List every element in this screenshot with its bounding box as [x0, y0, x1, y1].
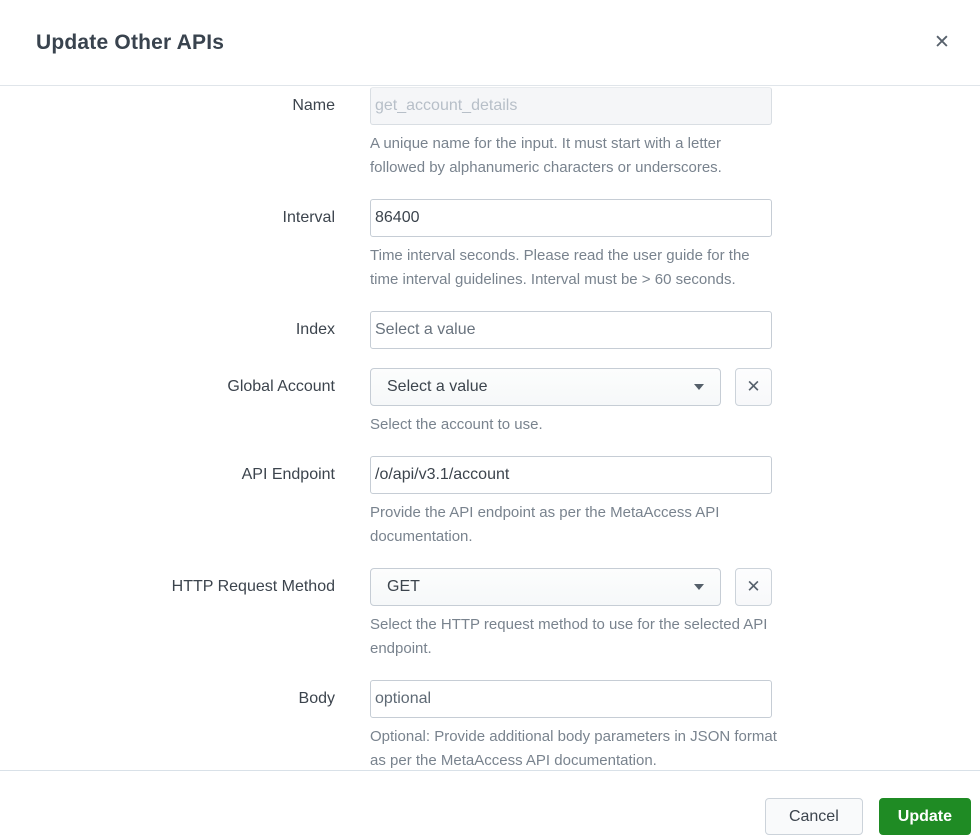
name-input: [370, 87, 772, 125]
body-input[interactable]: [370, 680, 772, 718]
index-label: Index: [295, 321, 335, 338]
form-row-interval: Interval Time interval seconds. Please r…: [0, 199, 980, 292]
body-help-text: Optional: Provide additional body parame…: [370, 728, 777, 769]
name-label: Name: [292, 97, 335, 114]
api-endpoint-input[interactable]: [370, 456, 772, 494]
modal-title: Update Other APIs: [36, 30, 225, 54]
close-icon[interactable]: ✕: [926, 27, 958, 59]
form-row-body: Body Optional: Provide additional body p…: [0, 680, 980, 770]
chevron-down-icon: [694, 384, 704, 390]
index-input[interactable]: [370, 311, 772, 349]
api-endpoint-label: API Endpoint: [241, 466, 335, 483]
form-row-global-account: Global Account Select a value ✕ Select t…: [0, 368, 980, 437]
http-method-help-text: Select the HTTP request method to use fo…: [370, 616, 768, 657]
global-account-clear-icon[interactable]: ✕: [735, 368, 772, 406]
interval-input[interactable]: [370, 199, 772, 237]
global-account-label: Global Account: [227, 378, 335, 395]
global-account-dropdown[interactable]: Select a value: [370, 368, 721, 406]
modal-footer: Cancel Update: [0, 770, 980, 840]
global-account-selected-value: Select a value: [387, 378, 488, 395]
http-method-selected-value: GET: [387, 578, 420, 595]
form-row-name: Name A unique name for the input. It mus…: [0, 87, 980, 180]
modal-form: Name A unique name for the input. It mus…: [0, 86, 980, 770]
name-help-text: A unique name for the input. It must sta…: [370, 135, 722, 176]
modal-header: Update Other APIs ✕: [0, 0, 980, 86]
form-row-index: Index: [0, 311, 980, 349]
http-method-label: HTTP Request Method: [171, 578, 335, 595]
http-method-clear-icon[interactable]: ✕: [735, 568, 772, 606]
form-row-api-endpoint: API Endpoint Provide the API endpoint as…: [0, 456, 980, 549]
api-endpoint-help-text: Provide the API endpoint as per the Meta…: [370, 504, 720, 545]
chevron-down-icon: [694, 584, 704, 590]
update-button[interactable]: Update: [878, 798, 971, 835]
http-method-dropdown[interactable]: GET: [370, 568, 721, 606]
update-other-apis-modal: Update Other APIs ✕ Name A unique name f…: [0, 0, 980, 840]
body-label: Body: [298, 690, 335, 707]
interval-help-text: Time interval seconds. Please read the u…: [370, 247, 750, 288]
cancel-button[interactable]: Cancel: [764, 798, 863, 835]
form-row-http-method: HTTP Request Method GET ✕ Select the HTT…: [0, 568, 980, 661]
global-account-help-text: Select the account to use.: [370, 416, 543, 433]
interval-label: Interval: [282, 209, 335, 226]
